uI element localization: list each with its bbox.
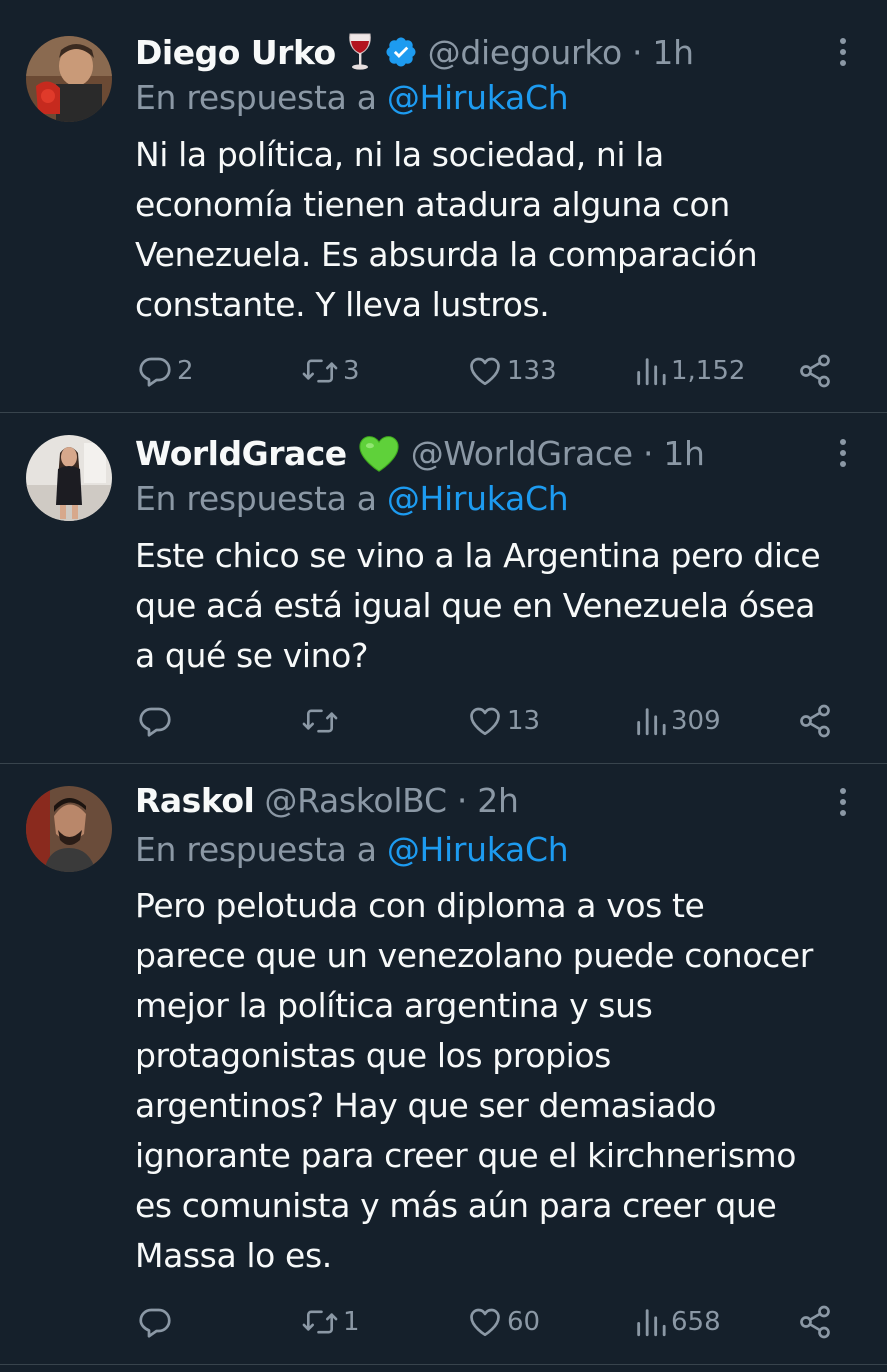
tweet-text-line: economía tienen atadura alguna con [135, 185, 730, 224]
avatar[interactable] [26, 435, 112, 521]
reply-button[interactable] [137, 1302, 177, 1342]
retweet-count: 1 [343, 1307, 360, 1337]
reply-context: En respuesta a @HirukaCh [135, 78, 569, 117]
display-name[interactable]: Diego Urko [135, 33, 336, 72]
green-heart-icon [357, 433, 401, 473]
avatar[interactable] [26, 36, 112, 122]
handle-and-time[interactable]: @RaskolBC · 2h [264, 781, 519, 820]
handle-and-time[interactable]: @WorldGrace · 1h [411, 434, 705, 473]
share-button[interactable] [797, 351, 833, 391]
retweet-icon [302, 1310, 338, 1334]
tweet-text: Este chico se vino a la Argentina pero d… [135, 531, 875, 681]
retweet-count: 3 [343, 356, 360, 386]
tweet-text-line: ignorante para creer que el kirchnerismo [135, 1136, 797, 1175]
tweet-text: Ni la política, ni la sociedad, ni la ec… [135, 130, 875, 330]
reply-icon [139, 357, 171, 387]
like-button[interactable]: 133 [467, 351, 557, 391]
like-count: 13 [507, 706, 541, 736]
heart-icon [470, 1308, 500, 1337]
share-icon [800, 1305, 830, 1339]
reply-context: En respuesta a @HirukaCh [135, 830, 569, 869]
retweet-icon [302, 709, 338, 733]
tweet-text-line: constante. Y lleva lustros. [135, 285, 550, 324]
reply-prefix: En respuesta a [135, 78, 377, 117]
verified-badge-icon[interactable] [384, 35, 418, 69]
reply-context: En respuesta a @HirukaCh [135, 479, 569, 518]
views-button[interactable]: 309 [633, 701, 721, 741]
wine-glass-icon [346, 32, 374, 72]
views-count: 658 [671, 1307, 721, 1337]
reply-count: 2 [177, 356, 194, 386]
reply-button[interactable]: 2 [137, 351, 194, 391]
tweet-2[interactable]: WorldGrace @WorldGrace · 1h En respuesta… [0, 413, 887, 764]
tweet-text-line: mejor la política argentina y sus [135, 986, 653, 1025]
more-options-icon[interactable] [833, 32, 853, 72]
tweet-header: Raskol @RaskolBC · 2h [135, 780, 519, 820]
tweet-text-line: Venezuela. Es absurda la comparación [135, 235, 758, 274]
avatar[interactable] [26, 786, 112, 872]
tweet-header: Diego Urko @diegourko · 1h [135, 32, 694, 72]
display-name[interactable]: Raskol [135, 781, 255, 820]
more-options-icon[interactable] [833, 433, 853, 473]
tweet-text-line: Pero pelotuda con diploma a vos te [135, 886, 705, 925]
share-button[interactable] [797, 1302, 833, 1342]
reply-button[interactable] [137, 701, 177, 741]
tweet-text-line: que acá está igual que en Venezuela ósea [135, 586, 816, 625]
tweet-header: WorldGrace @WorldGrace · 1h [135, 433, 705, 473]
tweet-text: Pero pelotuda con diploma a vos te parec… [135, 881, 875, 1281]
tweet-text-line: Ni la política, ni la sociedad, ni la [135, 135, 664, 174]
share-icon [800, 354, 830, 388]
handle-and-time[interactable]: @diegourko · 1h [428, 33, 694, 72]
views-button[interactable]: 658 [633, 1302, 721, 1342]
display-name[interactable]: WorldGrace [135, 434, 347, 473]
tweet-text-line: argentinos? Hay que ser demasiado [135, 1086, 717, 1125]
retweet-button[interactable] [301, 701, 343, 741]
like-count: 60 [507, 1307, 541, 1337]
heart-icon [470, 707, 500, 736]
retweet-button[interactable]: 3 [301, 351, 360, 391]
reply-prefix: En respuesta a [135, 479, 377, 518]
tweet-text-line: parece que un venezolano puede conocer [135, 936, 813, 975]
views-chart-icon [637, 708, 666, 736]
share-icon [800, 704, 830, 738]
views-count: 309 [671, 706, 721, 736]
reply-mention-link[interactable]: @HirukaCh [387, 479, 569, 518]
like-button[interactable]: 13 [467, 701, 540, 741]
tweet-1[interactable]: Diego Urko @diegourko · 1h En respuesta … [0, 12, 887, 413]
like-count: 133 [507, 356, 557, 386]
more-options-icon[interactable] [833, 782, 853, 822]
reply-mention-link[interactable]: @HirukaCh [387, 78, 569, 117]
tweet-text-line: protagonistas que los propios [135, 1036, 611, 1075]
like-button[interactable]: 60 [467, 1302, 540, 1342]
share-button[interactable] [797, 701, 833, 741]
tweet-text-line: es comunista y más aún para creer que [135, 1186, 777, 1225]
views-button[interactable]: 1,152 [633, 351, 745, 391]
reply-icon [139, 707, 171, 737]
retweet-icon [302, 359, 338, 383]
reply-prefix: En respuesta a [135, 830, 377, 869]
tweet-text-line: Este chico se vino a la Argentina pero d… [135, 536, 821, 575]
retweet-button[interactable]: 1 [301, 1302, 360, 1342]
reply-mention-link[interactable]: @HirukaCh [387, 830, 569, 869]
heart-icon [470, 357, 500, 386]
views-count: 1,152 [671, 356, 746, 386]
reply-icon [139, 1308, 171, 1338]
tweet-text-line: Massa lo es. [135, 1236, 332, 1275]
tweet-text-line: a qué se vino? [135, 636, 369, 675]
tweet-3[interactable]: Raskol @RaskolBC · 2h En respuesta a @Hi… [0, 764, 887, 1365]
views-chart-icon [637, 358, 666, 386]
views-chart-icon [637, 1309, 666, 1337]
